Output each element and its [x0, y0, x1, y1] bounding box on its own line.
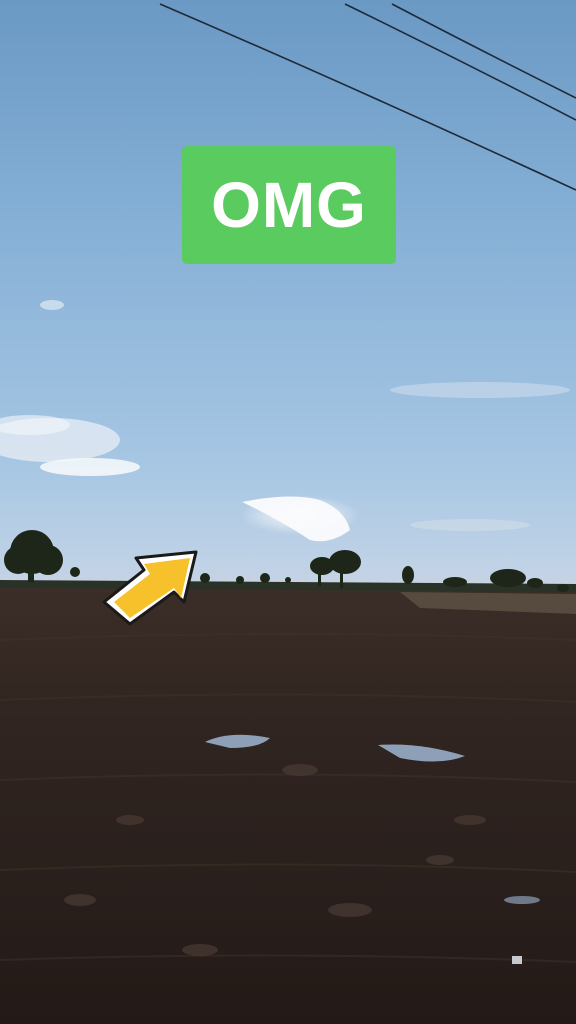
- ploughed-field: [0, 588, 576, 1024]
- clouds: [0, 300, 570, 542]
- omg-sticker-text: OMG: [211, 169, 367, 241]
- tree-line: [0, 530, 576, 598]
- video-frame: OMG: [0, 0, 576, 1024]
- arrow-up-right-icon: [102, 550, 198, 626]
- omg-sticker: OMG: [182, 146, 396, 264]
